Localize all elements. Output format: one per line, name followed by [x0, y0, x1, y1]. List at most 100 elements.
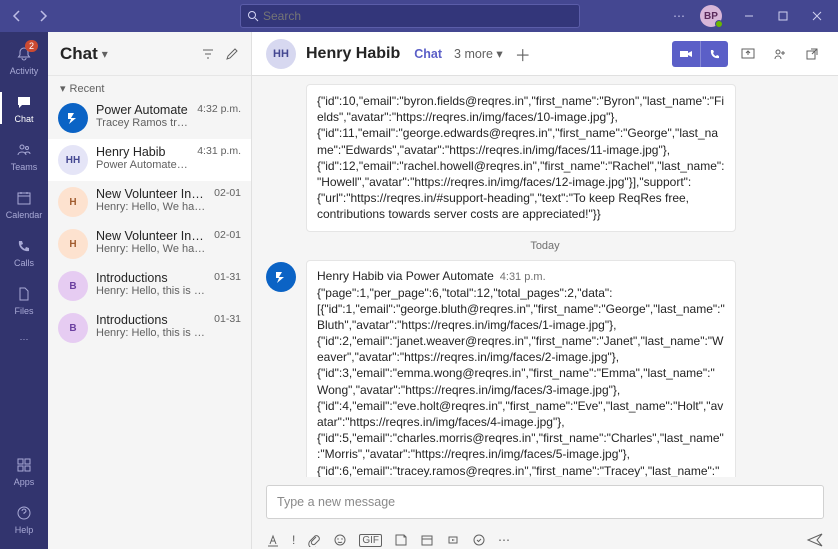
chat-item-introductions-2[interactable]: B IntroductionsHenry: Hello, this is you… [48, 307, 251, 349]
message-body: {"id":10,"email":"byron.fields@reqres.in… [317, 93, 725, 223]
chat-name: New Volunteer Introduct… [96, 187, 206, 201]
rail-calls[interactable]: Calls [0, 228, 48, 276]
chat-preview: Henry: Hello, this is your introdu… [96, 285, 206, 297]
schedule-icon[interactable] [420, 533, 434, 547]
chat-list-section[interactable]: ▾Recent [48, 76, 251, 97]
chevron-down-icon: ▾ [60, 82, 66, 95]
message-bubble: {"id":10,"email":"byron.fields@reqres.in… [306, 84, 736, 232]
conversation-header: HH Henry Habib Chat 3 more ▾ ＋ [252, 32, 838, 76]
chevron-down-icon[interactable]: ▾ [102, 47, 108, 61]
window-close[interactable] [800, 0, 834, 32]
search-box[interactable] [240, 4, 580, 28]
message-time: 4:31 p.m. [500, 271, 546, 283]
chat-name: Power Automate [96, 103, 189, 117]
chat-list-title: Chat [60, 44, 98, 64]
rail-apps[interactable]: Apps [0, 447, 48, 495]
user-avatar[interactable]: BP [700, 5, 722, 27]
avatar [266, 262, 296, 292]
chat-preview: Henry: Hello, We have a new vol… [96, 243, 206, 255]
message-list[interactable]: {"id":10,"email":"byron.fields@reqres.in… [252, 76, 838, 477]
more-icon[interactable]: ⋯ [498, 533, 510, 547]
chat-name: Introductions [96, 313, 206, 327]
tab-more[interactable]: 3 more ▾ [454, 46, 503, 61]
chat-preview: Power Automate: {"page":1,"pe… [96, 159, 189, 171]
app-rail: 2 Activity Chat Teams Calendar Calls Fil… [0, 32, 48, 549]
rail-label: Teams [11, 162, 38, 172]
add-tab-button[interactable]: ＋ [515, 42, 531, 66]
avatar [58, 103, 88, 133]
send-button[interactable] [806, 531, 824, 549]
rail-label: Apps [14, 477, 35, 487]
avatar: B [58, 271, 88, 301]
rail-activity[interactable]: 2 Activity [0, 36, 48, 84]
message-row: Henry Habib via Power Automate4:31 p.m. … [266, 260, 824, 478]
video-call-button[interactable] [672, 41, 700, 67]
compose-area: Type a new message [252, 477, 838, 525]
message-body: {"page":1,"per_page":6,"total":12,"total… [317, 285, 725, 478]
audio-call-button[interactable] [700, 41, 728, 67]
chat-item-volunteer-2[interactable]: H New Volunteer Introduct…Henry: Hello, … [48, 223, 251, 265]
tab-more-label: 3 more [454, 47, 493, 61]
apps-icon [14, 455, 34, 475]
tab-chat[interactable]: Chat [414, 47, 442, 61]
format-icon[interactable] [266, 533, 280, 547]
search-input[interactable] [263, 9, 573, 23]
more-icon: ⋯ [20, 334, 29, 345]
sticker-icon[interactable] [394, 533, 408, 547]
rail-label: Calendar [6, 210, 43, 220]
chat-icon [14, 92, 34, 112]
rail-chat[interactable]: Chat [0, 84, 48, 132]
rail-label: Chat [14, 114, 33, 124]
avatar: HH [266, 39, 296, 69]
window-maximize[interactable] [766, 0, 800, 32]
chat-time: 02-01 [214, 229, 241, 241]
compose-input[interactable]: Type a new message [266, 485, 824, 519]
attach-icon[interactable] [307, 533, 321, 547]
help-icon [14, 503, 34, 523]
screen-share-icon[interactable] [736, 42, 760, 66]
chat-time: 4:31 p.m. [197, 145, 241, 157]
stream-icon[interactable] [446, 533, 460, 547]
avatar: B [58, 313, 88, 343]
filter-icon[interactable] [201, 47, 215, 61]
teams-icon [14, 140, 34, 160]
rail-help[interactable]: Help [0, 495, 48, 543]
chat-time: 01-31 [214, 271, 241, 283]
chat-item-volunteer-1[interactable]: H New Volunteer Introduct…Henry: Hello, … [48, 181, 251, 223]
message-bubble: Henry Habib via Power Automate4:31 p.m. … [306, 260, 736, 478]
search-icon [247, 10, 259, 22]
approval-icon[interactable] [472, 533, 486, 547]
compose-icon[interactable] [225, 47, 239, 61]
chat-item-power-automate[interactable]: Power AutomateTracey Ramos tracey.ramos@… [48, 97, 251, 139]
call-buttons [672, 41, 728, 67]
add-people-icon[interactable] [768, 42, 792, 66]
chat-time: 02-01 [214, 187, 241, 199]
phone-icon [14, 236, 34, 256]
gif-icon[interactable]: GIF [359, 534, 382, 547]
avatar: H [58, 229, 88, 259]
activity-badge: 2 [25, 40, 38, 52]
chat-list-pane: Chat ▾ ▾Recent Power AutomateTracey Ramo… [48, 32, 252, 549]
rail-more[interactable]: ⋯ [0, 324, 48, 354]
compose-toolbar: ! GIF ⋯ [252, 525, 838, 549]
message-from: Henry Habib via Power Automate4:31 p.m. [317, 269, 725, 283]
back-button[interactable] [6, 5, 28, 27]
popout-icon[interactable] [800, 42, 824, 66]
priority-icon[interactable]: ! [292, 533, 295, 547]
more-icon[interactable]: ⋯ [668, 5, 690, 27]
rail-label: Files [14, 306, 33, 316]
calendar-icon [14, 188, 34, 208]
forward-button[interactable] [32, 5, 54, 27]
chat-preview: Tracey Ramos tracey.ramos@… [96, 117, 189, 129]
chat-item-introductions-1[interactable]: B IntroductionsHenry: Hello, this is you… [48, 265, 251, 307]
chat-preview: Henry: Hello, We have a new vol… [96, 201, 206, 213]
avatar: HH [58, 145, 88, 175]
emoji-icon[interactable] [333, 533, 347, 547]
rail-calendar[interactable]: Calendar [0, 180, 48, 228]
chat-item-henry-habib[interactable]: HH Henry HabibPower Automate: {"page":1,… [48, 139, 251, 181]
rail-teams[interactable]: Teams [0, 132, 48, 180]
rail-label: Calls [14, 258, 34, 268]
chat-name: Henry Habib [96, 145, 189, 159]
window-minimize[interactable] [732, 0, 766, 32]
rail-files[interactable]: Files [0, 276, 48, 324]
